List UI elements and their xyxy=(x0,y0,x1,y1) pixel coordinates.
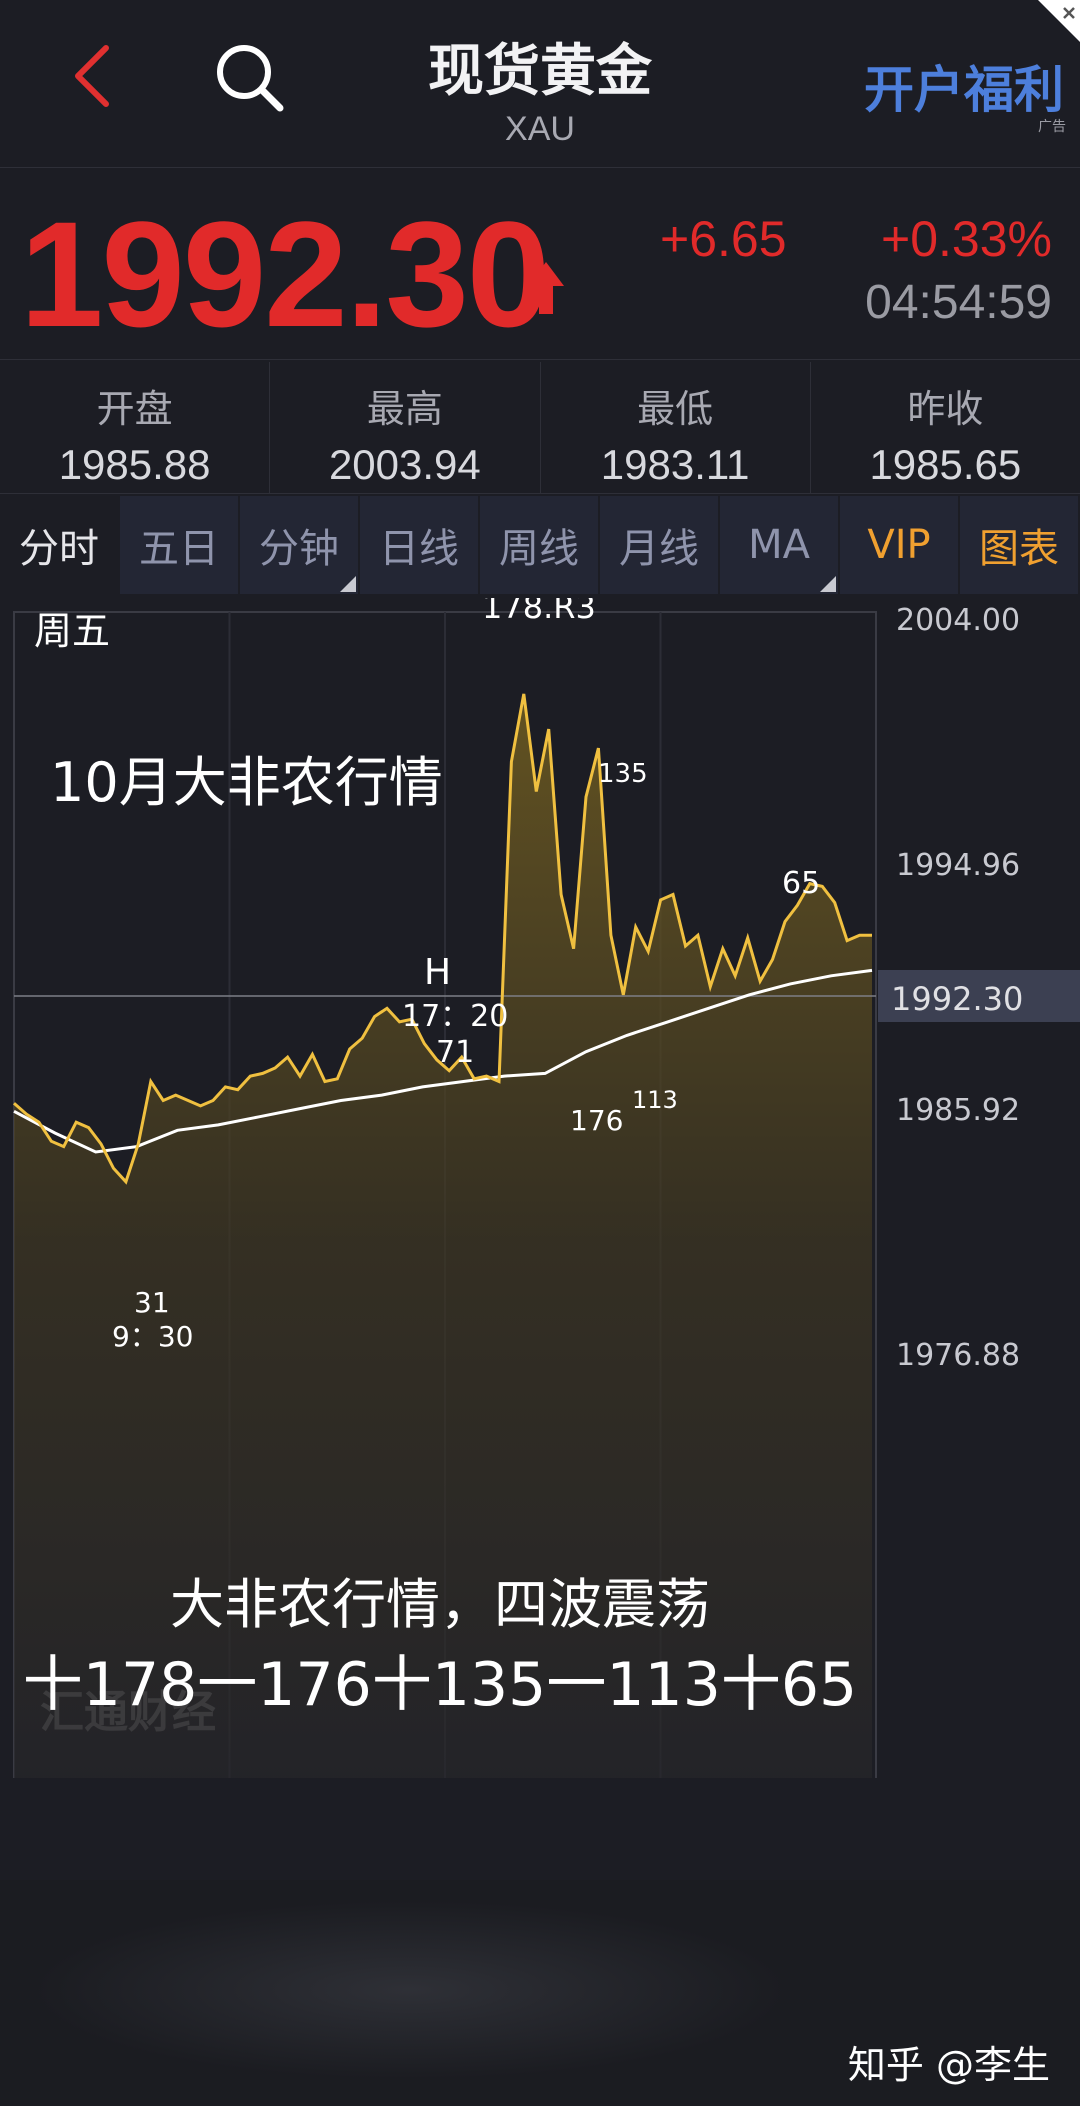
annotation-31-time: 9：30 xyxy=(112,1320,193,1353)
tab-label: MA xyxy=(748,522,810,568)
trading-day-label: 周五 xyxy=(34,609,111,653)
stat-value: 1985.65 xyxy=(869,441,1022,488)
tab-ma[interactable]: MA xyxy=(720,496,840,594)
chart-summary-line2: 十178一176十135一113十65 xyxy=(22,1650,858,1720)
annotation-h: H xyxy=(424,952,451,993)
annotation-h-time: 17：20 xyxy=(402,999,508,1034)
price-change-percent: +0.33% xyxy=(881,211,1052,267)
stat-label: 昨收 xyxy=(907,387,984,431)
stats-row: 开盘 1985.88 最高 2003.94 最低 1983.11 昨收 1985… xyxy=(0,362,1080,494)
annotation-113: 113 xyxy=(632,1086,678,1114)
dropdown-corner-icon xyxy=(340,576,356,592)
tab-minute[interactable]: 分钟 xyxy=(240,496,360,594)
y-tick-label: 2004.00 xyxy=(896,603,1020,638)
annotation-31: 31 xyxy=(134,1286,170,1319)
current-price-tag-label: 1992.30 xyxy=(891,980,1023,1018)
dropdown-corner-icon xyxy=(820,576,836,592)
tab-chart[interactable]: 图表 xyxy=(960,496,1080,594)
tab-five-day[interactable]: 五日 xyxy=(120,496,240,594)
tab-monthly[interactable]: 月线 xyxy=(600,496,720,594)
annotation-65: 65 xyxy=(782,866,820,901)
author-credit: 知乎 @李生 xyxy=(847,2043,1050,2087)
last-price: 1992.30 xyxy=(20,190,550,358)
y-tick-label: 1994.96 xyxy=(896,848,1020,883)
annotation-135: 135 xyxy=(598,759,648,789)
tab-vip[interactable]: VIP xyxy=(840,496,960,594)
tab-intraday[interactable]: 分时 xyxy=(0,496,120,594)
chart-overlay-title: 10月大非农行情 xyxy=(50,751,443,814)
account-promo-link[interactable]: 开户福利 xyxy=(864,50,1064,122)
ad-label: 广告 xyxy=(1038,119,1066,135)
tab-weekly[interactable]: 周线 xyxy=(480,496,600,594)
stat-label: 最低 xyxy=(637,387,714,431)
stat-label: 开盘 xyxy=(96,387,173,431)
stat-value: 1983.11 xyxy=(600,441,750,488)
stat-label: 最高 xyxy=(366,387,443,431)
annotation-176: 176 xyxy=(570,1104,623,1137)
stat-prev-close: 昨收 1985.65 xyxy=(811,362,1080,493)
chart-period-tabs: 分时 五日 分钟 日线 周线 月线 MA VIP 图表 xyxy=(0,496,1080,594)
stat-open: 开盘 1985.88 xyxy=(0,362,271,493)
tab-daily[interactable]: 日线 xyxy=(360,496,480,594)
up-arrow-icon xyxy=(528,262,564,314)
annotation-71: 71 xyxy=(436,1035,474,1070)
stat-low: 最低 1983.11 xyxy=(541,362,811,493)
y-tick-label: 1985.92 xyxy=(896,1093,1020,1128)
y-tick-label: 1976.88 xyxy=(896,1338,1020,1373)
stat-value: 1985.88 xyxy=(58,441,211,488)
top-bar: 现货黄金 XAU 开户福利 广告 xyxy=(0,0,1080,168)
blurred-region xyxy=(30,1900,790,2080)
quote-panel: 1992.30 +6.65 +0.33% 04:54:59 xyxy=(0,170,1080,360)
close-ad-icon[interactable] xyxy=(1038,0,1080,42)
stat-value: 2003.94 xyxy=(328,441,481,488)
tab-label: 分钟 xyxy=(259,526,339,572)
quote-time: 04:54:59 xyxy=(865,276,1052,329)
stat-high: 最高 2003.94 xyxy=(270,362,541,493)
annotation-peak: 178.R3 xyxy=(482,598,596,626)
price-change: +6.65 xyxy=(660,211,787,267)
chart-summary-line1: 大非农行情，四波震荡 xyxy=(170,1573,710,1636)
